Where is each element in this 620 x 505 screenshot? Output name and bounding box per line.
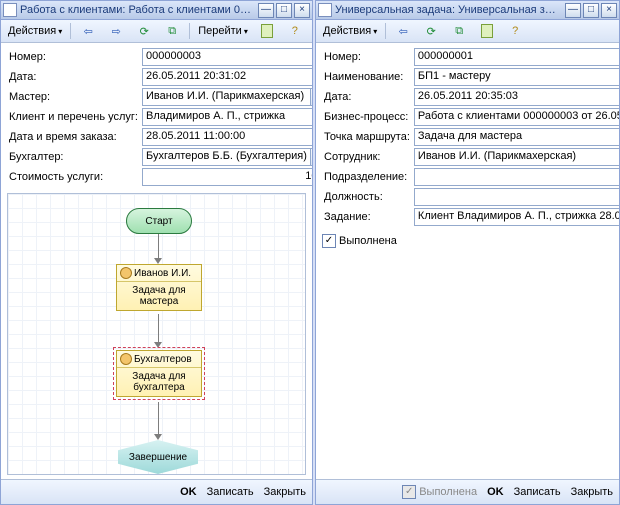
- toolbar: Действия▾ ⇦ ⟳ ⧉ ?: [316, 20, 619, 43]
- maximize-button[interactable]: □: [276, 3, 292, 18]
- date-label: Дата:: [322, 87, 412, 107]
- arrow-left-icon: ⇦: [84, 25, 93, 38]
- bp-input[interactable]: Работа с клиентами 000000003 от 26.05.20…: [414, 108, 619, 126]
- goto-menu[interactable]: Перейти▾: [194, 21, 252, 41]
- titlebar: Работа с клиентами: Работа с клиентами 0…: [1, 1, 312, 20]
- window-title: Работа с клиентами: Работа с клиентами 0…: [20, 4, 254, 16]
- help-button[interactable]: ?: [282, 21, 308, 41]
- doc-icon: [261, 24, 273, 38]
- start-node[interactable]: Старт: [126, 208, 192, 234]
- window-icon: [3, 3, 17, 17]
- refresh-button[interactable]: ⟳: [131, 21, 157, 41]
- process-diagram[interactable]: Старт Иванов И.И. Задача для мастера Бух…: [7, 193, 306, 475]
- actions-menu[interactable]: Действия▾: [4, 21, 66, 41]
- help-icon: ?: [512, 25, 518, 37]
- client-label: Клиент и перечень услуг:: [7, 107, 140, 127]
- copy-icon: ⧉: [455, 25, 463, 38]
- task-master-node[interactable]: Иванов И.И. Задача для мастера: [116, 264, 202, 311]
- doc-icon: [481, 24, 493, 38]
- bp-label: Бизнес-процесс:: [322, 107, 412, 127]
- end-node[interactable]: Завершение: [118, 440, 198, 474]
- task-input[interactable]: Клиент Владимиров А. П., стрижка 28.05.2…: [414, 208, 619, 226]
- done-checkbox[interactable]: ✓: [322, 234, 336, 248]
- close-button[interactable]: Закрыть: [571, 486, 613, 498]
- window-task: Универсальная задача: Универсальная зада…: [315, 0, 620, 505]
- route-input[interactable]: Задача для мастера: [414, 128, 619, 146]
- task-accountant-node[interactable]: Бухгалтеров Задача для бухгалтера: [116, 350, 202, 397]
- reload-icon: ⟳: [427, 25, 436, 38]
- bottom-bar: ✓ Выполнена OK Записать Закрыть: [316, 479, 619, 504]
- task-label: Задание:: [322, 207, 412, 227]
- employee-label: Сотрудник:: [322, 147, 412, 167]
- copy-button[interactable]: ⧉: [159, 21, 185, 41]
- form: Номер: 000000003 Дата: 26.05.2011 20:31:…: [1, 43, 312, 191]
- department-label: Подразделение:: [322, 167, 412, 187]
- accountant-select-button[interactable]: ...: [311, 148, 312, 166]
- help-icon: ?: [292, 25, 298, 37]
- titlebar: Универсальная задача: Универсальная зада…: [316, 1, 619, 20]
- cost-input[interactable]: 100,00: [142, 168, 312, 186]
- department-input[interactable]: [414, 168, 619, 186]
- done-label-disabled: Выполнена: [419, 486, 477, 498]
- employee-input[interactable]: Иванов И.И. (Парикмахерская): [414, 148, 619, 166]
- done-checkbox-disabled: ✓: [402, 485, 416, 499]
- nav-back-button[interactable]: ⇦: [390, 21, 416, 41]
- position-label: Должность:: [322, 187, 412, 207]
- client-input[interactable]: Владимиров А. П., стрижка: [142, 108, 312, 126]
- ok-button[interactable]: OK: [487, 486, 504, 498]
- name-label: Наименование:: [322, 67, 412, 87]
- reload-icon: ⟳: [140, 25, 149, 38]
- arrow-right-icon: ⇨: [112, 25, 121, 38]
- maximize-button[interactable]: □: [583, 3, 599, 18]
- master-select-button[interactable]: ...: [311, 88, 312, 106]
- date-label: Дата:: [7, 67, 140, 87]
- cost-label: Стоимость услуги:: [7, 167, 140, 187]
- accountant-label: Бухгалтер:: [7, 147, 140, 167]
- number-label: Номер:: [322, 47, 412, 67]
- order-date-input[interactable]: 28.05.2011 11:00:00: [142, 128, 312, 146]
- done-label: Выполнена: [339, 235, 397, 247]
- route-label: Точка маршрута:: [322, 127, 412, 147]
- order-date-label: Дата и время заказа:: [7, 127, 140, 147]
- number-input[interactable]: 000000001: [414, 48, 619, 66]
- nav-forward-button[interactable]: ⇨: [103, 21, 129, 41]
- save-button[interactable]: Записать: [207, 486, 254, 498]
- arrow-left-icon: ⇦: [399, 25, 408, 38]
- toolbar: Действия▾ ⇦ ⇨ ⟳ ⧉ Перейти▾ ?: [1, 20, 312, 43]
- tool-extra-button[interactable]: [254, 21, 280, 41]
- save-button[interactable]: Записать: [514, 486, 561, 498]
- date-input[interactable]: 26.05.2011 20:35:03: [414, 88, 619, 106]
- position-input[interactable]: [414, 188, 619, 206]
- help-button[interactable]: ?: [502, 21, 528, 41]
- ok-button[interactable]: OK: [180, 486, 197, 498]
- window-title: Универсальная задача: Универсальная зада…: [335, 4, 561, 16]
- minimize-button[interactable]: —: [258, 3, 274, 18]
- minimize-button[interactable]: —: [565, 3, 581, 18]
- window-business-process: Работа с клиентами: Работа с клиентами 0…: [0, 0, 313, 505]
- number-input[interactable]: 000000003: [142, 48, 312, 66]
- close-button[interactable]: Закрыть: [264, 486, 306, 498]
- user-icon: [120, 353, 132, 365]
- close-window-button[interactable]: ×: [294, 3, 310, 18]
- nav-back-button[interactable]: ⇦: [75, 21, 101, 41]
- tool-extra-button[interactable]: [474, 21, 500, 41]
- actions-menu[interactable]: Действия▾: [319, 21, 381, 41]
- refresh-button[interactable]: ⟳: [418, 21, 444, 41]
- form: Номер: 000000001 Наименование: БП1 - мас…: [316, 43, 619, 231]
- master-label: Мастер:: [7, 87, 140, 107]
- date-input[interactable]: 26.05.2011 20:31:02: [142, 68, 312, 86]
- name-input[interactable]: БП1 - мастеру: [414, 68, 619, 86]
- copy-button[interactable]: ⧉: [446, 21, 472, 41]
- master-input[interactable]: Иванов И.И. (Парикмахерская): [142, 88, 311, 106]
- copy-icon: ⧉: [168, 25, 176, 38]
- window-icon: [318, 3, 332, 17]
- accountant-input[interactable]: Бухгалтеров Б.Б. (Бухгалтерия): [142, 148, 311, 166]
- bottom-bar: OK Записать Закрыть: [1, 479, 312, 504]
- user-icon: [120, 267, 132, 279]
- close-window-button[interactable]: ×: [601, 3, 617, 18]
- number-label: Номер:: [7, 47, 140, 67]
